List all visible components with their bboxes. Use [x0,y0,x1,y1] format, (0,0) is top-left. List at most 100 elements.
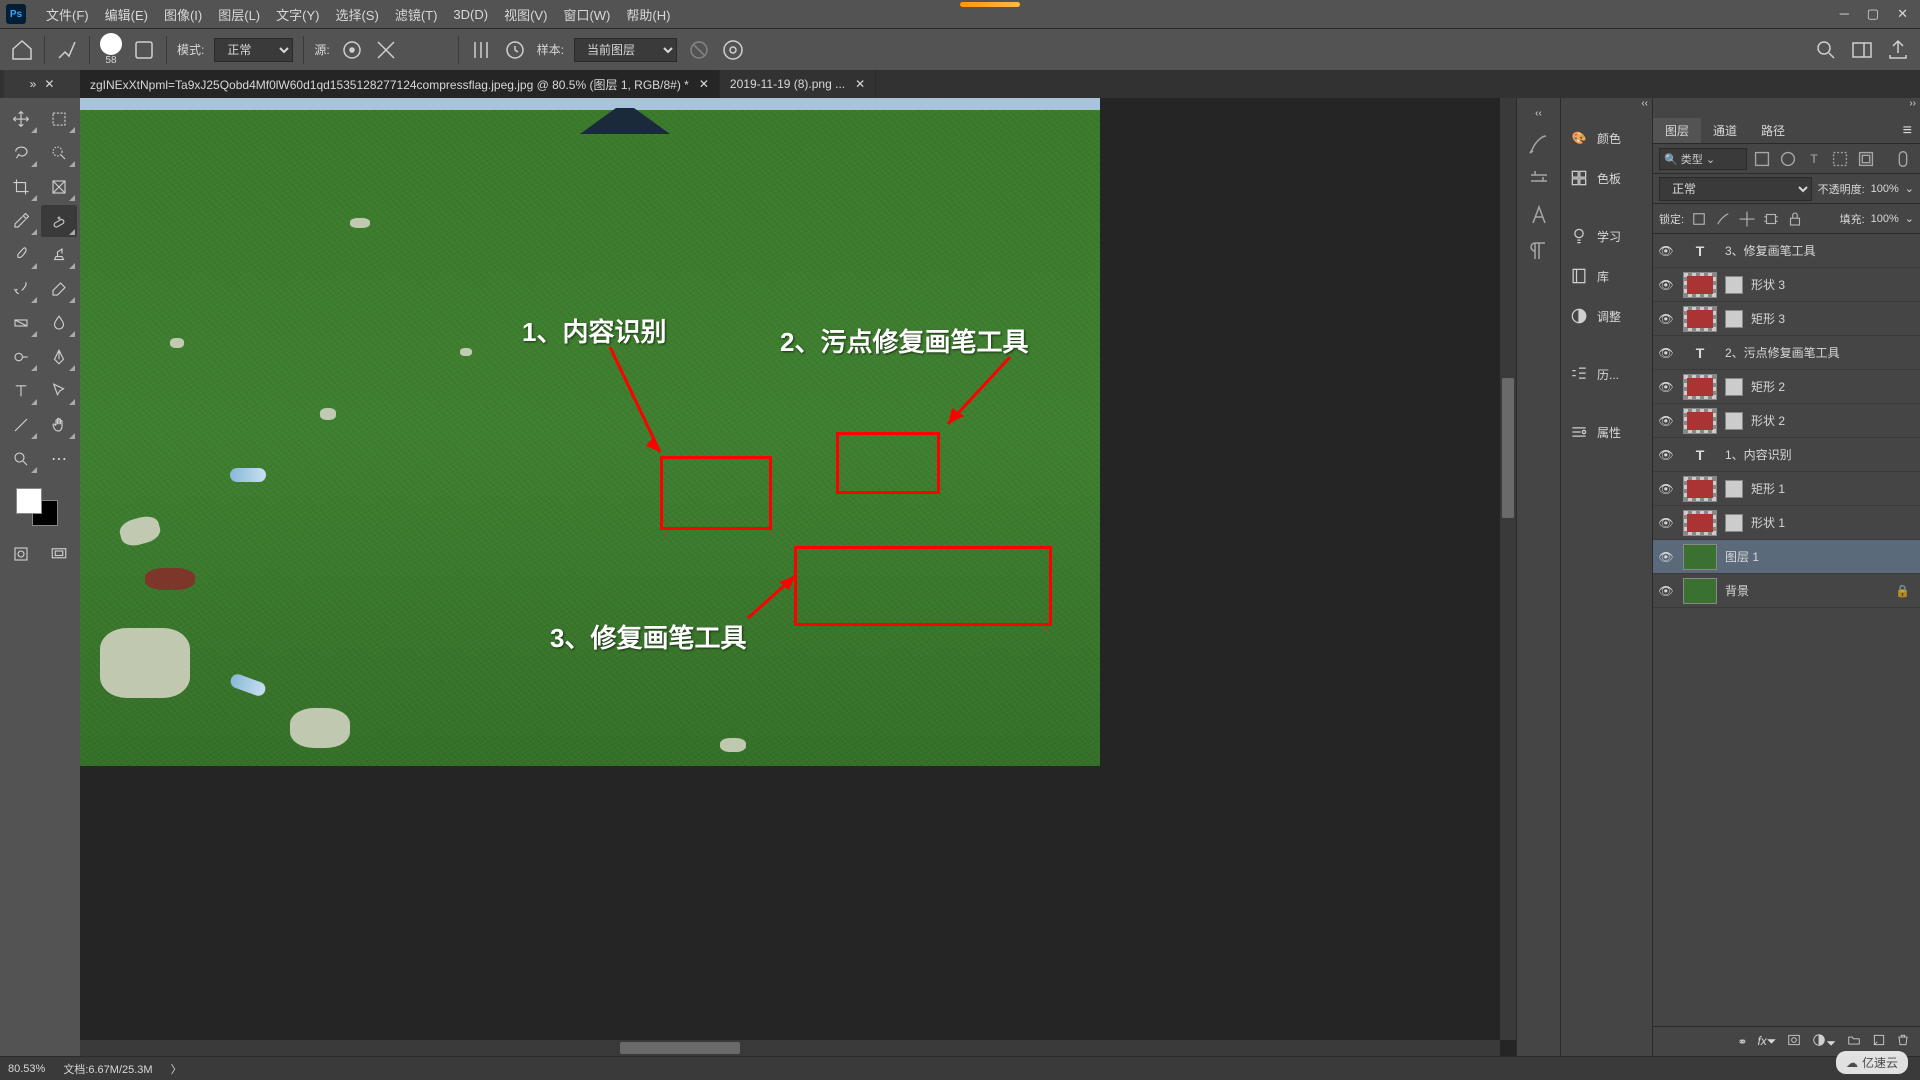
pen-tool[interactable] [41,341,77,373]
brushes-panel-icon[interactable] [1527,131,1551,155]
marquee-tool[interactable] [41,103,77,135]
tab-channels[interactable]: 通道 [1701,118,1749,143]
visibility-toggle-icon[interactable]: 👁 [1657,448,1675,462]
layer-row[interactable]: 👁T3、修复画笔工具 [1653,234,1920,268]
layer-mask-icon[interactable] [1786,1033,1802,1050]
pressure-icon[interactable] [721,38,745,62]
document-info[interactable]: 文档:6.67M/25.3M [63,1061,152,1077]
document-canvas[interactable]: 1、内容识别 2、污点修复画笔工具 3、修复画笔工具 [80,98,1100,766]
tab-layers[interactable]: 图层 [1653,118,1701,143]
visibility-toggle-icon[interactable]: 👁 [1657,584,1675,598]
shape-tool[interactable] [3,409,39,441]
lock-pixels-icon[interactable] [1714,210,1732,228]
panel-menu-icon[interactable]: ≡ [1895,118,1920,143]
layer-row[interactable]: 👁 矩形 2 [1653,370,1920,404]
canvas-area[interactable]: 1、内容识别 2、污点修复画笔工具 3、修复画笔工具 [80,98,1516,1056]
layer-row[interactable]: 👁 图层 1 [1653,540,1920,574]
panel-history[interactable]: 历... [1561,354,1652,394]
visibility-toggle-icon[interactable]: 👁 [1657,482,1675,496]
layer-row[interactable]: 👁背景🔒 [1653,574,1920,608]
layer-name[interactable]: 矩形 2 [1751,378,1785,395]
panel-color[interactable]: 🎨颜色 [1561,118,1652,158]
layer-name[interactable]: 形状 1 [1751,514,1785,531]
share-icon[interactable] [1886,38,1910,62]
color-swatches[interactable] [2,482,78,532]
healing-brush-tool[interactable] [41,205,77,237]
quick-mask-icon[interactable] [6,541,36,567]
layer-name[interactable]: 形状 2 [1751,412,1785,429]
layer-row[interactable]: 👁 形状 2 [1653,404,1920,438]
layer-row[interactable]: 👁 矩形 1 [1653,472,1920,506]
visibility-toggle-icon[interactable]: 👁 [1657,380,1675,394]
dodge-tool[interactable] [3,341,39,373]
search-icon[interactable] [1814,38,1838,62]
zoom-level[interactable]: 80.53% [8,1063,45,1075]
blur-tool[interactable] [41,307,77,339]
lock-transparent-icon[interactable] [1690,210,1708,228]
close-icon[interactable]: ✕ [44,77,54,91]
layer-row[interactable]: 👁形状 3 [1653,268,1920,302]
menu-3d[interactable]: 3D(D) [445,7,496,22]
opacity-value[interactable]: 100% [1871,183,1899,195]
panel-adjustments[interactable]: 调整 [1561,296,1652,336]
legacy-icon[interactable] [503,38,527,62]
menu-layer[interactable]: 图层(L) [210,5,268,24]
menu-select[interactable]: 选择(S) [327,5,386,24]
panel-properties[interactable]: 属性 [1561,412,1652,452]
layer-name[interactable]: 1、内容识别 [1725,446,1792,463]
layer-filter-select[interactable]: 🔍 类型 ⌄ [1659,148,1747,170]
layer-name[interactable]: 图层 1 [1725,548,1759,565]
brush-preview[interactable]: 58 [100,33,122,66]
eraser-tool[interactable] [41,273,77,305]
crop-tool[interactable] [3,171,39,203]
layer-row[interactable]: 👁T2、污点修复画笔工具 [1653,336,1920,370]
layer-name[interactable]: 矩形 1 [1751,480,1785,497]
lock-position-icon[interactable] [1738,210,1756,228]
layer-name[interactable]: 背景 [1725,582,1749,599]
lasso-tool[interactable] [3,137,39,169]
source-pattern-icon[interactable] [374,38,398,62]
document-tab-inactive[interactable]: 2019-11-19 (8).png ... ✕ [720,70,876,98]
layer-name[interactable]: 矩形 3 [1751,310,1785,327]
home-icon[interactable] [10,38,34,62]
menu-edit[interactable]: 编辑(E) [97,5,156,24]
window-close-icon[interactable]: ✕ [1897,6,1908,22]
tab-close-icon[interactable]: ✕ [699,77,709,91]
expand-icon[interactable]: ‹‹ [1535,108,1542,119]
menu-image[interactable]: 图像(I) [156,5,210,24]
panel-libraries[interactable]: 库 [1561,256,1652,296]
workspace-icon[interactable] [1850,38,1874,62]
collapse-icon[interactable]: ›› [1909,98,1916,118]
layer-row[interactable]: 👁 矩形 3 [1653,302,1920,336]
vertical-scrollbar[interactable] [1500,98,1516,1040]
menu-window[interactable]: 窗口(W) [555,5,618,24]
visibility-toggle-icon[interactable]: 👁 [1657,550,1675,564]
clone-stamp-tool[interactable] [41,239,77,271]
move-tool[interactable] [3,103,39,135]
sample-select[interactable]: 当前图层 [574,38,677,62]
quick-select-tool[interactable] [41,137,77,169]
menu-file[interactable]: 文件(F) [38,5,97,24]
aligned-icon[interactable] [469,38,493,62]
ignore-adjustment-icon[interactable] [687,38,711,62]
visibility-toggle-icon[interactable]: 👁 [1657,312,1675,326]
panel-learn[interactable]: 学习 [1561,216,1652,256]
layer-row[interactable]: 👁形状 1 [1653,506,1920,540]
filter-type-icon[interactable]: T [1803,150,1825,168]
filter-shape-icon[interactable] [1829,150,1851,168]
lock-artboard-icon[interactable] [1762,210,1780,228]
window-minimize-icon[interactable]: ─ [1840,6,1849,22]
tab-close-icon[interactable]: ✕ [855,77,865,91]
delete-layer-icon[interactable] [1896,1033,1910,1050]
window-maximize-icon[interactable]: ▢ [1867,6,1879,22]
lock-all-icon[interactable] [1786,210,1804,228]
layer-name[interactable]: 2、污点修复画笔工具 [1725,344,1840,361]
screen-mode-icon[interactable] [44,541,74,567]
character-panel-icon[interactable] [1527,203,1551,227]
blend-mode-select[interactable]: 正常 [214,38,293,62]
filter-adjust-icon[interactable] [1777,150,1799,168]
zoom-tool[interactable] [3,443,39,475]
visibility-toggle-icon[interactable]: 👁 [1657,414,1675,428]
document-tab-active[interactable]: zgINExXtNpml=Ta9xJ25Qobd4Mf0lW60d1qd1535… [80,70,720,98]
menu-view[interactable]: 视图(V) [496,5,555,24]
